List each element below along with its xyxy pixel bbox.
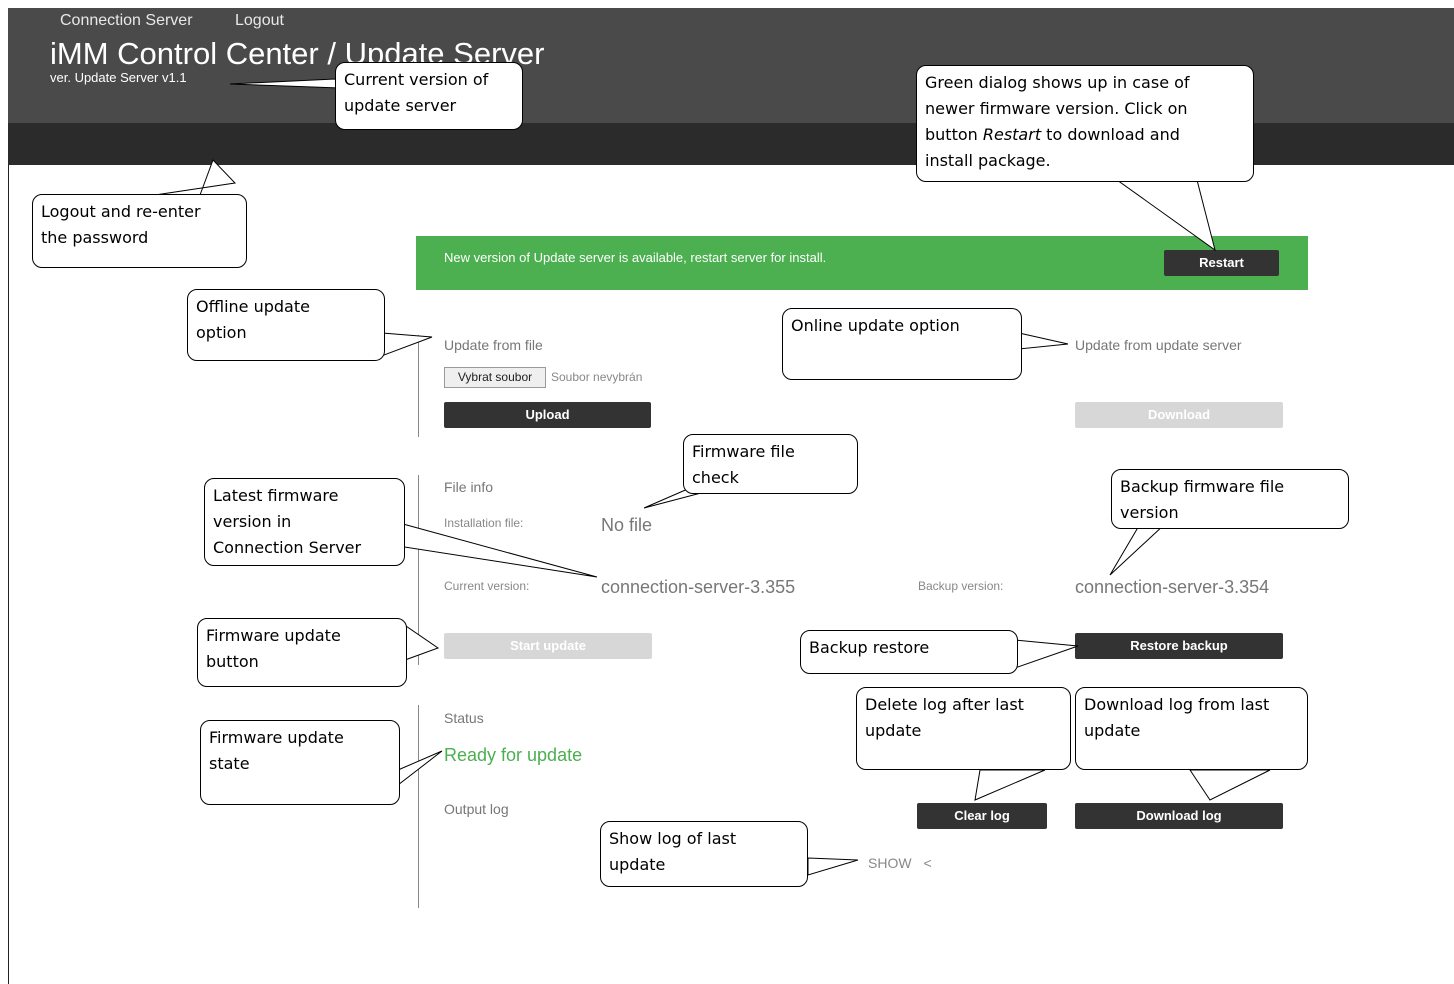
section-divider [418, 335, 419, 437]
callout-backup-file: Backup firmware file version [1111, 469, 1349, 529]
restore-backup-button[interactable]: Restore backup [1075, 633, 1283, 659]
callout-online-update: Online update option [782, 308, 1022, 380]
nav-connection-server[interactable]: Connection Server [60, 12, 193, 30]
callout-current-version: Current version of update server [335, 62, 523, 130]
callout-update-button: Firmware update button [197, 618, 407, 687]
download-log-button[interactable]: Download log [1075, 803, 1283, 829]
app-version: ver. Update Server v1.1 [50, 70, 187, 85]
file-info-heading: File info [444, 479, 494, 495]
status-value: Ready for update [444, 745, 583, 765]
callout-download-log: Download log from last update [1075, 687, 1308, 770]
callout-firmware-check: Firmware file check [683, 434, 858, 494]
installation-file-label: Installation file: [444, 516, 524, 530]
update-from-server-heading: Update from update server [1075, 337, 1242, 353]
callout-delete-log: Delete log after last update [856, 687, 1071, 770]
callout-green-dialog: Green dialog shows up in case of newer f… [916, 65, 1254, 182]
output-log-label: Output log [444, 801, 509, 817]
backup-version-label: Backup version: [918, 579, 1004, 593]
update-available-banner: New version of Update server is availabl… [416, 236, 1308, 290]
section-divider [418, 475, 419, 665]
backup-version-value: connection-server-3.354 [1075, 577, 1270, 597]
callout-logout: Logout and re-enter the password [32, 194, 247, 268]
current-version-value: connection-server-3.355 [601, 577, 796, 597]
callout-update-state: Firmware update state [200, 720, 400, 805]
callout-latest-firmware: Latest firmware version in Connection Se… [204, 478, 405, 566]
section-divider [418, 705, 419, 908]
callout-offline-update: Offline update option [187, 289, 385, 361]
show-log-toggle[interactable]: SHOW < [868, 855, 932, 871]
status-heading: Status [444, 710, 484, 726]
current-version-label: Current version: [444, 579, 530, 593]
expand-chevron-icon: < [923, 855, 932, 871]
restart-button[interactable]: Restart [1164, 250, 1279, 276]
start-update-button[interactable]: Start update [444, 633, 652, 659]
show-log-label: SHOW [868, 855, 912, 871]
installation-file-value: No file [601, 515, 653, 535]
update-from-file-heading: Update from file [444, 337, 543, 353]
file-status: Soubor nevybrán [551, 370, 643, 384]
callout-show-log: Show log of last update [600, 821, 808, 887]
clear-log-button[interactable]: Clear log [917, 803, 1047, 829]
nav-logout[interactable]: Logout [235, 12, 284, 30]
choose-file-button[interactable]: Vybrat soubor [444, 367, 546, 388]
callout-backup-restore: Backup restore [800, 630, 1018, 674]
download-button[interactable]: Download [1075, 402, 1283, 428]
upload-button[interactable]: Upload [444, 402, 651, 428]
banner-message: New version of Update server is availabl… [444, 250, 827, 265]
